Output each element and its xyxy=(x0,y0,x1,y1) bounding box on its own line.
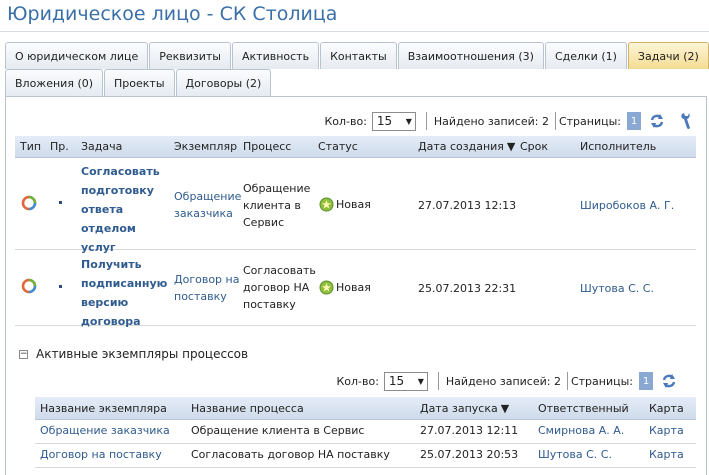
table-row: Согласовать подготовку ответа отделом ус… xyxy=(15,158,696,254)
col-responsible[interactable]: Ответственный xyxy=(538,402,629,415)
process-text: Согласовать договор НА поставку xyxy=(243,264,316,311)
tab-requisites[interactable]: Реквизиты xyxy=(149,42,231,69)
instance-link[interactable]: Обращение заказчика xyxy=(40,424,170,437)
responsible-link[interactable]: Смирнова А. А. xyxy=(538,424,624,437)
refresh-icon[interactable] xyxy=(659,371,679,391)
col-process[interactable]: Процесс xyxy=(243,140,291,153)
col-deadline[interactable]: Срок xyxy=(520,140,548,153)
status-badge: Новая xyxy=(319,279,371,296)
card-link[interactable]: Карта xyxy=(649,424,684,437)
created-date: 27.07.2013 12:13 xyxy=(418,199,517,212)
tab-tasks[interactable]: Задачи (2) xyxy=(627,42,709,69)
table-row: Договор на поставку Согласовать договор … xyxy=(35,444,696,468)
count-label: Кол-во: xyxy=(324,114,367,128)
col-type[interactable]: Тип xyxy=(20,140,41,153)
process-name: Согласовать договор НА поставку xyxy=(191,448,390,461)
start-date: 25.07.2013 20:53 xyxy=(420,448,519,461)
found-records: Найдено записей: 2 xyxy=(433,114,549,128)
count-label: Кол-во: xyxy=(336,374,379,388)
task-link[interactable]: Получить подписанную версию договора xyxy=(81,255,167,331)
table-row: Получить подписанную версию договора Дог… xyxy=(15,250,696,328)
tasks-toolbar: Кол-во: 15 ▼ Найдено записей: 2 Страницы… xyxy=(324,111,697,131)
pages-label: Страницы: xyxy=(570,374,633,388)
tab-contracts[interactable]: Договоры (2) xyxy=(175,69,272,96)
col-instance[interactable]: Экземпляр xyxy=(174,140,237,153)
col-process-name[interactable]: Название процесса xyxy=(191,402,304,415)
tab-attachments[interactable]: Вложения (0) xyxy=(5,69,104,96)
executor-link[interactable]: Широбоков А. Г. xyxy=(580,197,674,214)
process-text: Обращение клиента в Сервис xyxy=(243,182,311,229)
page-number-1[interactable]: 1 xyxy=(639,372,653,390)
col-priority[interactable]: Пр. xyxy=(50,140,69,153)
tab-about[interactable]: О юридическом лице xyxy=(5,42,149,69)
refresh-icon[interactable] xyxy=(647,111,667,131)
toolbar-separator xyxy=(554,112,556,130)
dropdown-arrow-icon: ▼ xyxy=(405,116,412,126)
page-title: Юридическое лицо - СК Столица xyxy=(7,3,338,25)
responsible-link[interactable]: Шутова С. С. xyxy=(538,448,612,461)
status-new-icon xyxy=(319,197,334,212)
col-status[interactable]: Статус xyxy=(318,140,358,153)
status-badge: Новая xyxy=(319,196,371,213)
toolbar-separator xyxy=(566,372,568,390)
created-date: 25.07.2013 22:31 xyxy=(418,282,517,295)
toolbar-separator xyxy=(437,372,439,390)
page-size-select[interactable]: 15 ▼ xyxy=(371,111,416,131)
instance-link[interactable]: Договор на поставку xyxy=(174,271,239,305)
task-type-icon xyxy=(21,195,37,211)
priority-icon xyxy=(59,285,62,288)
page-size-select[interactable]: 15 ▼ xyxy=(383,371,428,391)
task-type-icon xyxy=(21,278,37,294)
toolbar-separator xyxy=(425,112,427,130)
sort-desc-icon: ▼ xyxy=(506,140,516,153)
dropdown-arrow-icon: ▼ xyxy=(417,376,424,386)
instance-link[interactable]: Договор на поставку xyxy=(40,448,162,461)
col-executor[interactable]: Исполнитель xyxy=(580,140,656,153)
found-records: Найдено записей: 2 xyxy=(445,374,561,388)
processes-table-header: Название экземпляра Название процесса Да… xyxy=(35,397,696,420)
tabs-row-2: Вложения (0) Проекты Договоры (2) xyxy=(5,69,272,96)
col-start-date[interactable]: Дата запуска ▼ xyxy=(420,402,509,415)
executor-link[interactable]: Шутова С. С. xyxy=(580,280,654,297)
settings-icon[interactable] xyxy=(677,111,697,131)
col-created[interactable]: Дата создания ▼ xyxy=(418,140,515,153)
process-name: Обращение клиента в Сервис xyxy=(191,424,365,437)
start-date: 27.07.2013 12:11 xyxy=(420,424,519,437)
tabs-row-1: О юридическом лице Реквизиты Активность … xyxy=(5,42,709,69)
section-title: Активные экземпляры процессов xyxy=(36,347,249,361)
page-number-1[interactable]: 1 xyxy=(627,112,641,130)
pages-label: Страницы: xyxy=(558,114,621,128)
collapse-icon[interactable]: − xyxy=(19,349,28,359)
priority-icon xyxy=(59,201,62,204)
task-link[interactable]: Согласовать подготовку ответа отделом ус… xyxy=(81,162,160,257)
tab-relations[interactable]: Взаимоотношения (3) xyxy=(397,42,544,69)
table-row: Обращение заказчика Обращение клиента в … xyxy=(35,420,696,444)
tab-projects[interactable]: Проекты xyxy=(104,69,175,96)
tab-activity[interactable]: Активность xyxy=(232,42,320,69)
card-link[interactable]: Карта xyxy=(649,448,684,461)
title-divider xyxy=(0,31,709,32)
tab-contacts[interactable]: Контакты xyxy=(320,42,397,69)
processes-section-header[interactable]: − Активные экземпляры процессов xyxy=(19,347,248,361)
tasks-table-header: Тип Пр. Задача Экземпляр Процесс Статус … xyxy=(15,136,696,158)
sort-desc-icon: ▼ xyxy=(500,402,510,415)
instance-link[interactable]: Обращение заказчика xyxy=(174,188,241,222)
col-task[interactable]: Задача xyxy=(81,140,122,153)
col-instance-name[interactable]: Название экземпляра xyxy=(40,402,167,415)
processes-toolbar: Кол-во: 15 ▼ Найдено записей: 2 Страницы… xyxy=(336,371,679,391)
col-card[interactable]: Карта xyxy=(649,402,684,415)
tab-deals[interactable]: Сделки (1) xyxy=(544,42,627,69)
status-new-icon xyxy=(319,280,334,295)
